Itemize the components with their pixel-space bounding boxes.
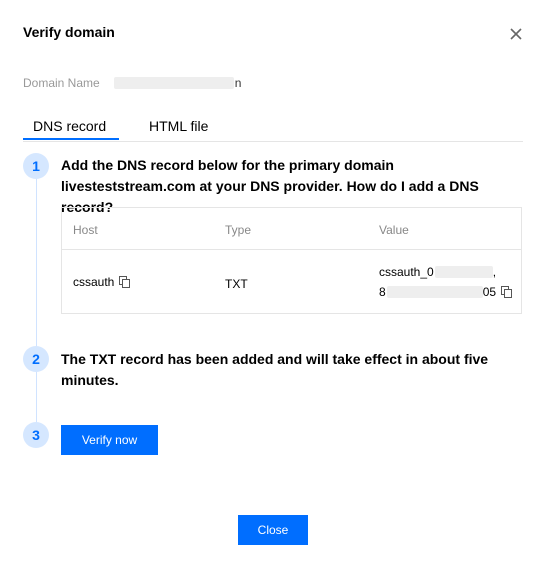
table-header: Host Type Value bbox=[62, 208, 521, 250]
tab-bar: DNS record HTML file bbox=[23, 112, 523, 142]
redacted-block bbox=[386, 286, 483, 298]
value-line1-text: cssauth_0 bbox=[379, 265, 434, 279]
cell-value-line1: cssauth_0 , bbox=[379, 265, 497, 279]
dialog-title: Verify domain bbox=[23, 24, 115, 40]
close-button[interactable]: Close bbox=[238, 515, 308, 545]
domain-name-value: n bbox=[113, 76, 242, 90]
tab-dns-record[interactable]: DNS record bbox=[33, 118, 106, 134]
step-2-badge: 2 bbox=[23, 346, 49, 372]
redacted-block bbox=[113, 77, 234, 89]
copy-value-icon[interactable] bbox=[501, 286, 513, 298]
cell-type: TXT bbox=[225, 277, 248, 291]
cell-value-line2: 8 05 bbox=[379, 285, 513, 299]
tab-html-file[interactable]: HTML file bbox=[149, 118, 208, 134]
domain-name-row: Domain Name n bbox=[23, 76, 241, 90]
step-3-badge: 3 bbox=[23, 422, 49, 448]
header-host: Host bbox=[73, 223, 98, 237]
dns-record-table: Host Type Value cssauth TXT cssauth_0 , … bbox=[61, 207, 522, 314]
type-value: TXT bbox=[225, 277, 248, 291]
step-connector-line bbox=[36, 178, 37, 434]
value-line2-start-text: 8 bbox=[379, 285, 386, 299]
domain-name-visible-text: n bbox=[234, 76, 242, 90]
redacted-block bbox=[434, 266, 493, 278]
step-2-text: The TXT record has been added and will t… bbox=[61, 351, 489, 388]
header-value: Value bbox=[379, 223, 409, 237]
domain-name-label: Domain Name bbox=[23, 76, 100, 90]
cell-host: cssauth bbox=[73, 275, 131, 289]
step-1-badge: 1 bbox=[23, 153, 49, 179]
host-value: cssauth bbox=[73, 275, 115, 289]
close-icon[interactable] bbox=[506, 24, 526, 44]
verify-domain-dialog: Verify domain Domain Name n DNS record H… bbox=[0, 0, 547, 567]
active-tab-indicator bbox=[23, 138, 119, 140]
step-1-description: Add the DNS record below for the primary… bbox=[61, 157, 394, 194]
header-type: Type bbox=[225, 223, 252, 237]
copy-host-icon[interactable] bbox=[119, 276, 131, 288]
value-line2-end-text: 05 bbox=[482, 285, 497, 299]
verify-now-button[interactable]: Verify now bbox=[61, 425, 158, 455]
